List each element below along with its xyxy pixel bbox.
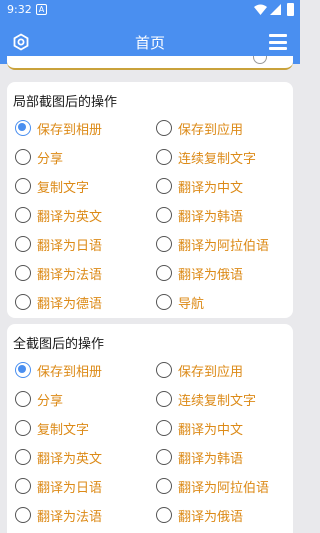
radio-option[interactable]: 翻译为英文 <box>15 446 102 468</box>
radio-button[interactable] <box>156 362 172 378</box>
radio-option[interactable]: 复制文字 <box>15 175 89 197</box>
radio-button[interactable] <box>156 391 172 407</box>
radio-button[interactable] <box>15 207 31 223</box>
radio-option-label: 分享 <box>37 393 64 409</box>
radio-button[interactable] <box>156 449 172 465</box>
radio-option[interactable]: 翻译为阿拉伯语 <box>156 233 269 255</box>
radio-button[interactable] <box>15 478 31 494</box>
wifi-icon <box>254 4 267 15</box>
battery-icon <box>287 3 294 16</box>
radio-option[interactable]: 翻译为英文 <box>15 204 102 226</box>
radio-option-label: 保存到应用 <box>178 364 244 380</box>
radio-option[interactable]: 翻译为阿拉伯语 <box>156 475 269 497</box>
full-screenshot-card: 全截图后的操作 保存到相册 保存到应用分享 连续复制文字复制文字 翻译为中文翻译为英文… <box>7 324 293 533</box>
radio-option[interactable]: 分享 <box>15 146 63 168</box>
radio-button[interactable] <box>15 236 31 252</box>
radio-button[interactable] <box>156 178 172 194</box>
radio-option-label: 保存到相册 <box>37 364 103 380</box>
radio-button[interactable] <box>156 420 172 436</box>
radio-option-label: 翻译为英文 <box>37 209 103 225</box>
radio-option-label: 保存到应用 <box>178 122 244 138</box>
radio-option-label: 保存到相册 <box>37 122 103 138</box>
signal-icon <box>270 4 281 15</box>
switch-knob <box>253 56 267 64</box>
radio-button[interactable] <box>15 149 31 165</box>
radio-option-label: 连续复制文字 <box>178 151 257 167</box>
radio-option[interactable]: 翻译为德语 <box>15 291 102 313</box>
radio-option[interactable]: 翻译为俄语 <box>156 504 243 526</box>
radio-button[interactable] <box>156 236 172 252</box>
notification-a-icon: A <box>36 4 47 15</box>
radio-option-label: 分享 <box>37 151 64 167</box>
radio-option-label: 翻译为阿拉伯语 <box>178 238 270 254</box>
radio-button[interactable] <box>156 294 172 310</box>
radio-option[interactable]: 翻译为日语 <box>15 475 102 497</box>
radio-option-label: 导航 <box>178 296 205 312</box>
radio-option[interactable]: 保存到应用 <box>156 117 243 139</box>
radio-option[interactable]: 分享 <box>15 388 63 410</box>
status-time: 9:32 <box>7 3 32 16</box>
radio-option[interactable]: 连续复制文字 <box>156 388 256 410</box>
partial-screenshot-card: 局部截图后的操作 保存到相册 保存到应用分享 连续复制文字复制文字 翻译为中文翻译为英… <box>7 82 293 318</box>
radio-option[interactable]: 连续复制文字 <box>156 146 256 168</box>
radio-button[interactable] <box>15 420 31 436</box>
radio-button[interactable] <box>15 265 31 281</box>
radio-option[interactable]: 翻译为法语 <box>15 504 102 526</box>
radio-button[interactable] <box>15 507 31 523</box>
radio-option-label: 翻译为日语 <box>37 238 103 254</box>
radio-button[interactable] <box>15 362 31 378</box>
full-section-header: 全截图后的操作 <box>13 337 105 352</box>
radio-option[interactable]: 翻译为俄语 <box>156 262 243 284</box>
radio-option-label: 复制文字 <box>37 422 90 438</box>
radio-button[interactable] <box>156 507 172 523</box>
radio-option-label: 翻译为阿拉伯语 <box>178 480 270 496</box>
radio-option[interactable]: 翻译为中文 <box>156 175 243 197</box>
radio-button[interactable] <box>156 478 172 494</box>
partial-section-header: 局部截图后的操作 <box>13 95 118 110</box>
radio-option[interactable]: 翻译为日语 <box>15 233 102 255</box>
radio-option-label: 翻译为中文 <box>178 422 244 438</box>
radio-option[interactable]: 保存到相册 <box>15 117 102 139</box>
radio-option-label: 翻译为法语 <box>37 267 103 283</box>
page-title: 首页 <box>134 34 165 52</box>
radio-option[interactable]: 保存到相册 <box>15 359 102 381</box>
radio-option[interactable]: 导航 <box>156 291 204 313</box>
radio-option[interactable]: 复制文字 <box>15 417 89 439</box>
radio-button[interactable] <box>15 120 31 136</box>
status-bar: 9:32 A <box>0 0 300 20</box>
radio-option-label: 翻译为日语 <box>37 480 103 496</box>
radio-option-label: 翻译为中文 <box>178 180 244 196</box>
radio-option-label: 翻译为韩语 <box>178 451 244 467</box>
radio-option[interactable]: 翻译为韩语 <box>156 204 243 226</box>
radio-option-label: 翻译为法语 <box>37 509 103 525</box>
radio-button[interactable] <box>15 449 31 465</box>
radio-option-label: 翻译为俄语 <box>178 267 244 283</box>
radio-button[interactable] <box>15 391 31 407</box>
radio-button[interactable] <box>15 178 31 194</box>
radio-button[interactable] <box>156 120 172 136</box>
radio-button[interactable] <box>156 207 172 223</box>
radio-option-label: 翻译为俄语 <box>178 509 244 525</box>
radio-option-label: 翻译为德语 <box>37 296 103 312</box>
hamburger-menu-icon[interactable] <box>269 34 287 50</box>
radio-option[interactable]: 翻译为韩语 <box>156 446 243 468</box>
radio-option[interactable]: 翻译为法语 <box>15 262 102 284</box>
radio-option[interactable]: 保存到应用 <box>156 359 243 381</box>
radio-option-label: 翻译为韩语 <box>178 209 244 225</box>
previous-card-edge <box>7 56 293 70</box>
radio-button[interactable] <box>15 294 31 310</box>
radio-option-label: 连续复制文字 <box>178 393 257 409</box>
radio-option[interactable]: 翻译为中文 <box>156 417 243 439</box>
radio-button[interactable] <box>156 149 172 165</box>
radio-button[interactable] <box>156 265 172 281</box>
radio-option-label: 复制文字 <box>37 180 90 196</box>
radio-option-label: 翻译为英文 <box>37 451 103 467</box>
